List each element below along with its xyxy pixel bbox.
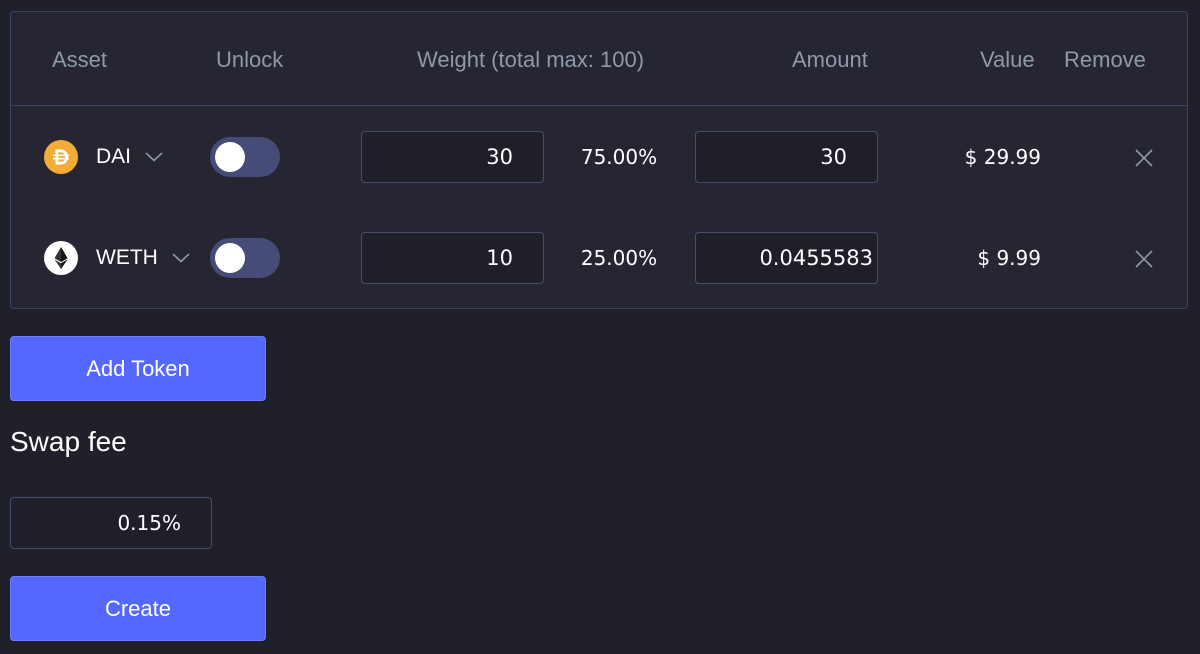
table-row: DAI 75.00% $ 29.99 [11,106,1187,206]
weight-input[interactable] [361,232,544,284]
weight-percent: 25.00% [580,246,658,270]
dai-icon [44,140,78,174]
token-symbol: DAI [96,145,132,168]
table-row: WETH 25.00% $ 9.99 [11,207,1187,307]
remove-token-button[interactable] [1132,146,1156,170]
chevron-down-icon [172,253,190,263]
unlock-toggle[interactable] [210,137,280,177]
eth-icon [44,241,78,275]
close-icon [1135,250,1153,268]
swap-fee-input[interactable] [71,511,162,535]
header-asset: Asset [52,47,108,72]
header-remove: Remove [1064,47,1146,72]
token-select-dai[interactable]: DAI [96,140,163,174]
create-pool-button[interactable]: Create [10,576,266,641]
toggle-knob [215,243,245,273]
add-token-button[interactable]: Add Token [10,336,266,401]
token-value: $ 9.99 [977,246,1041,270]
swap-fee-field[interactable]: % [10,497,212,549]
token-symbol: WETH [96,246,158,269]
create-pool-page: Asset Unlock Weight (total max: 100) Amo… [0,0,1200,654]
remove-token-button[interactable] [1132,247,1156,271]
header-unlock: Unlock [216,47,284,72]
header-amount: Amount [792,47,868,72]
close-icon [1135,149,1153,167]
toggle-knob [215,142,245,172]
amount-input[interactable] [695,131,878,183]
header-weight: Weight (total max: 100) [417,47,645,72]
token-select-weth[interactable]: WETH [96,241,190,275]
swap-fee-title: Swap fee [10,426,127,457]
token-value: $ 29.99 [964,145,1041,169]
pool-assets-table: Asset Unlock Weight (total max: 100) Amo… [10,11,1188,309]
percent-suffix: % [161,511,181,535]
weight-input[interactable] [361,131,544,183]
header-value: Value [980,47,1035,72]
chevron-down-icon [145,152,163,162]
table-header: Asset Unlock Weight (total max: 100) Amo… [11,12,1187,106]
unlock-toggle[interactable] [210,238,280,278]
amount-input[interactable] [695,232,878,284]
weight-percent: 75.00% [580,145,658,169]
